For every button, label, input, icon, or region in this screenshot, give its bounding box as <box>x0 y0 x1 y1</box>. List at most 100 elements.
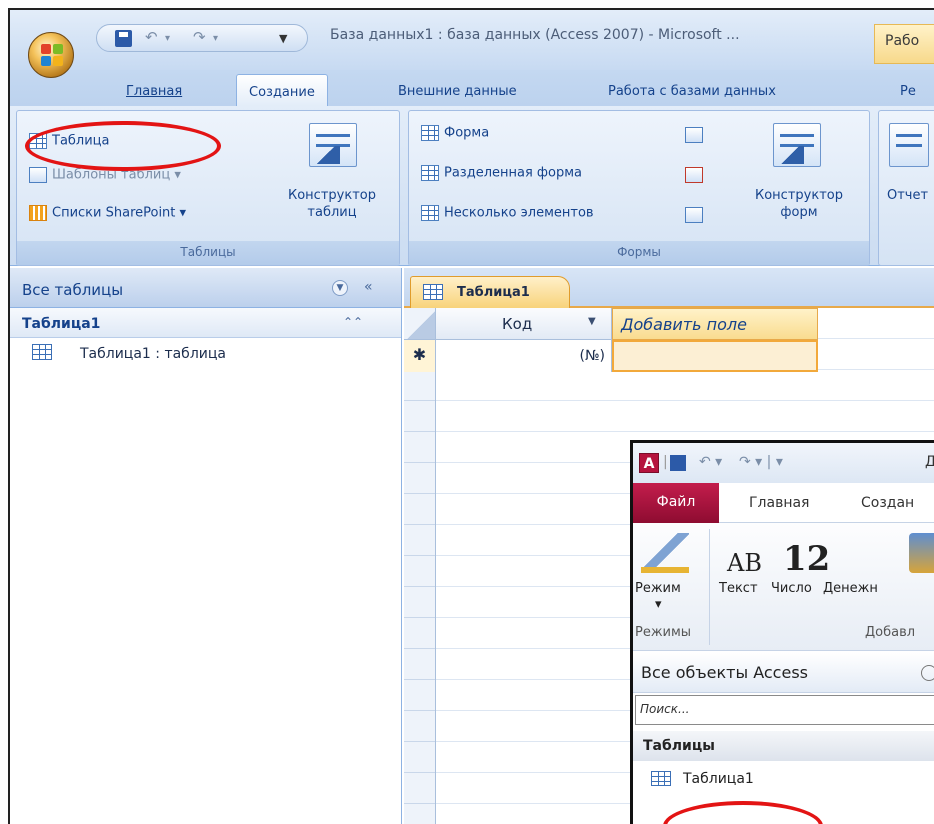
tab-create[interactable]: Создание <box>236 74 328 106</box>
modes-group-label: Режимы <box>635 625 692 640</box>
split-form-button[interactable]: Разделенная форма <box>421 165 582 181</box>
nav-group-table1[interactable]: Таблица1 ⌃⌃ <box>10 308 401 338</box>
row-selector-column <box>404 308 436 824</box>
reports-group: Отчет <box>878 110 934 266</box>
column-header-add-field[interactable]: Добавить поле <box>612 308 818 340</box>
nav-item-label: Таблица1 : таблица <box>80 346 226 362</box>
window-title: База данных1 : база данных (Access 2007)… <box>330 27 740 43</box>
nav-item-table1[interactable]: Таблица1 : таблица <box>10 338 401 368</box>
highlight-ellipse <box>663 801 823 824</box>
blank-form-icon[interactable] <box>685 167 703 183</box>
form-button[interactable]: Форма <box>421 125 489 141</box>
access-logo-icon: A <box>639 453 659 473</box>
form-designer-label-2: форм <box>780 205 818 220</box>
app-window: ↶ ▾ ↷ ▾ ▼ База данных1 : база данных (Ac… <box>8 8 934 824</box>
highlight-ellipse <box>25 121 221 171</box>
tab-external-data[interactable]: Внешние данные <box>398 84 517 99</box>
split-form-label: Разделенная форма <box>444 165 583 181</box>
report-icon[interactable] <box>889 123 929 167</box>
form-designer-button[interactable]: Конструктор форм <box>729 187 869 221</box>
document-tabs: Таблица1 <box>404 268 934 308</box>
undo-icon[interactable]: ↶ ▾ <box>699 454 722 470</box>
new-record-row: ✱ (№) <box>404 340 934 372</box>
multiple-items-icon <box>421 205 439 221</box>
tab-database-tools[interactable]: Работа с базами данных <box>608 84 776 99</box>
ribbon: Таблица Шаблоны таблиц ▾ Списки SharePoi… <box>10 106 934 266</box>
form-designer-icon[interactable] <box>773 123 821 167</box>
tab-table1[interactable]: Таблица1 <box>410 276 570 308</box>
inset-category-tables[interactable]: Таблицы <box>633 731 934 761</box>
table-designer-label-2: таблиц <box>307 205 357 220</box>
tab-file[interactable]: Файл <box>633 483 719 523</box>
sharepoint-lists-button[interactable]: Списки SharePoint ▾ <box>29 205 186 221</box>
currency-field-icon[interactable] <box>909 533 934 573</box>
table-icon <box>651 771 671 786</box>
forms-group-label: Формы <box>409 241 869 265</box>
table-icon <box>32 344 52 360</box>
tab-home[interactable]: Главная <box>749 495 809 511</box>
quick-access-toolbar: ↶ ▾ ↷ ▾ ▼ <box>96 24 308 52</box>
inset-nav-item-table1[interactable]: Таблица1 <box>633 763 934 793</box>
inset-nav-item-label: Таблица1 <box>683 771 754 787</box>
inset-nav-header[interactable]: Все объекты Access <box>633 653 934 693</box>
view-mode-button[interactable]: Режим <box>635 581 681 596</box>
search-input[interactable]: Поиск... <box>635 695 934 725</box>
text-field-icon[interactable]: AB <box>727 549 762 577</box>
table-designer-button[interactable]: Конструктор таблиц <box>267 187 397 221</box>
save-icon[interactable] <box>670 455 686 471</box>
new-record-marker[interactable]: ✱ <box>404 340 436 372</box>
tab-home[interactable]: Главная <box>126 84 182 99</box>
office-button[interactable] <box>28 32 74 78</box>
select-all-corner[interactable] <box>404 308 436 340</box>
chevron-down-icon[interactable] <box>921 665 934 681</box>
ribbon-tabs: Главная Создание Внешние данные Работа с… <box>10 70 934 106</box>
redo-icon[interactable]: ↷ ▾ | ▾ <box>739 454 783 470</box>
column-filter-dropdown-icon[interactable]: ▼ <box>588 316 596 327</box>
redo-icon[interactable]: ↷ <box>193 28 206 46</box>
multiple-items-label: Несколько элементов <box>444 205 594 221</box>
multiple-items-button[interactable]: Несколько элементов <box>421 205 594 221</box>
save-icon[interactable] <box>115 30 132 47</box>
chevron-down-icon[interactable]: ▼ <box>332 280 348 296</box>
column-header-id[interactable]: Код ▼ <box>436 308 612 340</box>
inset-ribbon-tabs: Файл Главная Создан <box>633 483 934 523</box>
nav-group-label: Таблица1 <box>22 316 101 332</box>
text-field-button[interactable]: Текст <box>719 581 758 596</box>
form-wizard-icon[interactable] <box>685 127 703 143</box>
more-forms-icon[interactable] <box>685 207 703 223</box>
view-mode-icon[interactable] <box>641 533 689 573</box>
inset-access-2010-screenshot: A | ↶ ▾ ↷ ▾ | ▾ Д Файл Главная Создан AB… <box>630 440 934 824</box>
currency-field-button[interactable]: Денежн <box>823 581 878 596</box>
customize-qat-icon[interactable]: ▼ <box>279 32 287 45</box>
sharepoint-icon <box>29 205 47 221</box>
form-icon <box>421 125 439 141</box>
tab-contextual[interactable]: Ре <box>900 84 916 99</box>
add-fields-group-label: Добавл <box>865 625 916 640</box>
tables-group-label: Таблицы <box>17 241 399 265</box>
view-mode-dropdown-icon[interactable]: ▾ <box>655 597 662 612</box>
title-bar: ↶ ▾ ↷ ▾ ▼ База данных1 : база данных (Ac… <box>10 10 934 78</box>
collapse-pane-icon[interactable]: « <box>364 279 373 295</box>
contextual-tab-title: Рабо <box>874 24 934 64</box>
split-form-icon <box>421 165 439 181</box>
column-header-id-label: Код <box>502 315 533 333</box>
number-field-button[interactable]: Число <box>771 581 812 596</box>
document-tab-label: Таблица1 <box>457 285 530 300</box>
cell-id[interactable]: (№) <box>436 340 612 372</box>
undo-dropdown-icon[interactable]: ▾ <box>165 33 170 44</box>
table-designer-label-1: Конструктор <box>288 188 376 203</box>
undo-icon[interactable]: ↶ <box>145 28 158 46</box>
nav-pane-header[interactable]: Все таблицы ▼ « <box>10 268 401 308</box>
tab-create[interactable]: Создан <box>861 495 914 511</box>
table-templates-icon <box>29 167 47 183</box>
form-button-label: Форма <box>444 125 490 141</box>
table-designer-icon[interactable] <box>309 123 357 167</box>
chevron-up-icon[interactable]: ⌃⌃ <box>343 315 363 329</box>
redo-dropdown-icon[interactable]: ▾ <box>213 33 218 44</box>
forms-group: Форма Разделенная форма Несколько элемен… <box>408 110 870 266</box>
navigation-pane: Все таблицы ▼ « Таблица1 ⌃⌃ Таблица1 : т… <box>10 268 402 824</box>
report-button[interactable]: Отчет <box>887 187 928 204</box>
cell-add-field[interactable] <box>612 340 818 372</box>
sharepoint-lists-label: Списки SharePoint <box>52 205 176 221</box>
number-field-icon[interactable]: 12 <box>783 539 830 579</box>
